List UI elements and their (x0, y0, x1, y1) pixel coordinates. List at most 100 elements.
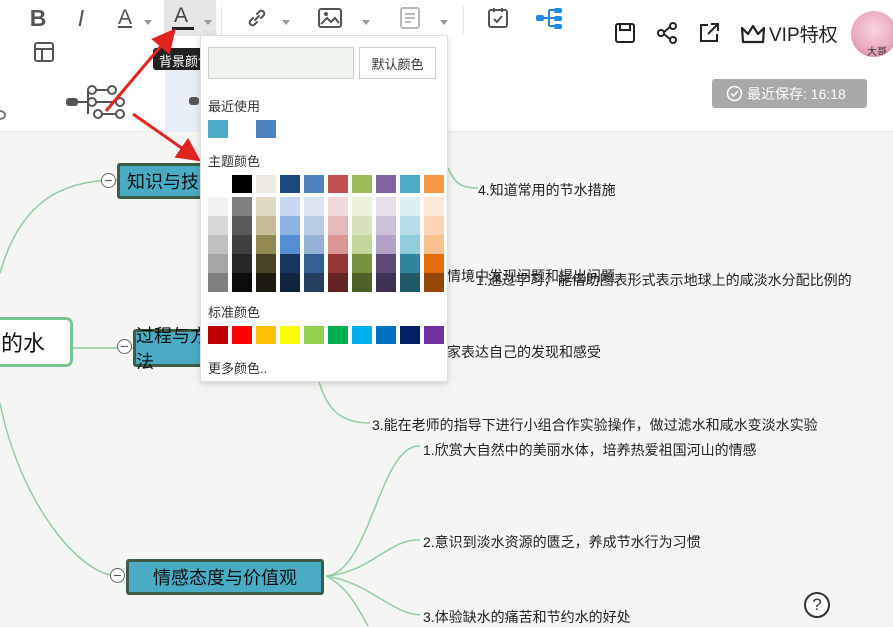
theme-shade-swatch[interactable] (232, 273, 252, 292)
default-color-button[interactable]: 默认颜色 (359, 47, 436, 79)
font-color-caret-icon[interactable] (144, 20, 152, 25)
help-button[interactable]: ? (804, 592, 830, 618)
theme-shade-swatch[interactable] (376, 235, 396, 254)
avatar[interactable]: 大哥 (851, 11, 893, 57)
theme-shade-swatch[interactable] (328, 235, 348, 254)
theme-shade-swatch[interactable] (232, 216, 252, 235)
theme-shade-swatch[interactable] (424, 216, 444, 235)
theme-shade-swatch[interactable] (256, 216, 276, 235)
theme-color-swatch[interactable] (304, 175, 324, 193)
theme-shade-swatch[interactable] (424, 254, 444, 273)
theme-shade-swatch[interactable] (352, 235, 372, 254)
theme-shade-swatch[interactable] (304, 235, 324, 254)
theme-shade-swatch[interactable] (304, 254, 324, 273)
share-button[interactable] (654, 20, 680, 46)
theme-shade-swatch[interactable] (280, 197, 300, 216)
vip-button[interactable]: VIP特权 (740, 20, 838, 47)
standard-color-swatch[interactable] (304, 326, 324, 344)
theme-shade-swatch[interactable] (328, 216, 348, 235)
theme-shade-swatch[interactable] (400, 216, 420, 235)
structure-option-tree[interactable] (64, 80, 128, 124)
theme-color-swatch[interactable] (352, 175, 372, 193)
theme-color-swatch[interactable] (376, 175, 396, 193)
theme-shade-swatch[interactable] (208, 216, 228, 235)
theme-shade-swatch[interactable] (304, 216, 324, 235)
theme-shade-swatch[interactable] (304, 273, 324, 292)
theme-color-swatch[interactable] (208, 175, 228, 193)
standard-color-swatch[interactable] (256, 326, 276, 344)
more-colors-link[interactable]: 更多颜色.. (208, 358, 267, 377)
theme-shade-swatch[interactable] (304, 197, 324, 216)
standard-color-swatch[interactable] (328, 326, 348, 344)
standard-color-swatch[interactable] (232, 326, 252, 344)
theme-shade-swatch[interactable] (280, 254, 300, 273)
standard-color-swatch[interactable] (376, 326, 396, 344)
leaf-knowledge-4[interactable]: 4.知道常用的节水措施 (478, 180, 616, 200)
structure-partial-icon[interactable] (0, 110, 6, 120)
standard-color-swatch[interactable] (280, 326, 300, 344)
leaf-process-2[interactable]: 家表达自己的发现和感受 (447, 342, 601, 362)
collapse-toggle-process[interactable] (117, 339, 132, 354)
leaf-emotion-3[interactable]: 3.体验缺水的痛苦和节约水的好处 (423, 607, 631, 627)
theme-shade-swatch[interactable] (352, 254, 372, 273)
export-button[interactable] (696, 20, 722, 46)
standard-color-swatch[interactable] (424, 326, 444, 344)
collapse-toggle-knowledge[interactable] (101, 173, 116, 188)
theme-shade-swatch[interactable] (232, 235, 252, 254)
theme-shade-swatch[interactable] (400, 254, 420, 273)
image-button[interactable] (316, 4, 344, 32)
theme-color-swatch[interactable] (328, 175, 348, 193)
theme-shade-swatch[interactable] (424, 273, 444, 292)
theme-shade-swatch[interactable] (424, 197, 444, 216)
leaf-emotion-2[interactable]: 2.意识到淡水资源的匮乏，养成节水行为习惯 (423, 532, 701, 552)
theme-shade-swatch[interactable] (400, 273, 420, 292)
image-caret-icon[interactable] (362, 20, 370, 25)
theme-shade-swatch[interactable] (232, 254, 252, 273)
theme-shade-swatch[interactable] (328, 273, 348, 292)
theme-shade-swatch[interactable] (280, 273, 300, 292)
node-emotion[interactable]: 情感态度与价值观 (126, 559, 324, 595)
theme-shade-swatch[interactable] (376, 273, 396, 292)
theme-shade-swatch[interactable] (256, 235, 276, 254)
note-caret-icon[interactable] (440, 20, 448, 25)
leaf-knowledge-1[interactable]: 1.通过学习，能借助图表形式表示地球上的咸淡水分配比例的 (476, 270, 852, 290)
theme-shade-swatch[interactable] (328, 197, 348, 216)
theme-shade-swatch[interactable] (376, 216, 396, 235)
theme-shade-swatch[interactable] (256, 197, 276, 216)
link-button[interactable] (243, 4, 271, 32)
theme-color-swatch[interactable] (256, 175, 276, 193)
theme-shade-swatch[interactable] (280, 235, 300, 254)
theme-color-swatch[interactable] (232, 175, 252, 193)
theme-color-swatch[interactable] (280, 175, 300, 193)
theme-shade-swatch[interactable] (256, 254, 276, 273)
theme-shade-swatch[interactable] (352, 273, 372, 292)
layout-button[interactable] (30, 40, 58, 64)
theme-shade-swatch[interactable] (352, 216, 372, 235)
note-button[interactable] (396, 4, 424, 32)
theme-shade-swatch[interactable] (424, 235, 444, 254)
link-caret-icon[interactable] (282, 20, 290, 25)
leaf-emotion-1[interactable]: 1.欣赏大自然中的美丽水体，培养热爱祖国河山的情感 (423, 440, 757, 460)
theme-shade-swatch[interactable] (376, 254, 396, 273)
theme-shade-swatch[interactable] (376, 197, 396, 216)
theme-shade-swatch[interactable] (280, 216, 300, 235)
theme-shade-swatch[interactable] (400, 197, 420, 216)
recent-color-swatch[interactable] (232, 120, 252, 138)
theme-shade-swatch[interactable] (208, 254, 228, 273)
standard-color-swatch[interactable] (400, 326, 420, 344)
standard-color-swatch[interactable] (208, 326, 228, 344)
theme-shade-swatch[interactable] (232, 197, 252, 216)
theme-shade-swatch[interactable] (400, 235, 420, 254)
theme-shade-swatch[interactable] (208, 235, 228, 254)
leaf-process-3[interactable]: 3.能在老师的指导下进行小组合作实验操作，做过滤水和咸水变淡水实验 (372, 415, 818, 435)
bg-color-caret-icon[interactable] (204, 20, 212, 25)
bold-button[interactable]: B (25, 4, 51, 32)
recent-color-swatch[interactable] (208, 120, 228, 138)
task-button[interactable] (484, 4, 512, 32)
structure-button[interactable] (533, 4, 565, 32)
theme-shade-swatch[interactable] (352, 197, 372, 216)
theme-shade-swatch[interactable] (208, 273, 228, 292)
collapse-toggle-emotion[interactable] (110, 568, 125, 583)
italic-button[interactable]: I (68, 4, 94, 32)
theme-shade-swatch[interactable] (208, 197, 228, 216)
